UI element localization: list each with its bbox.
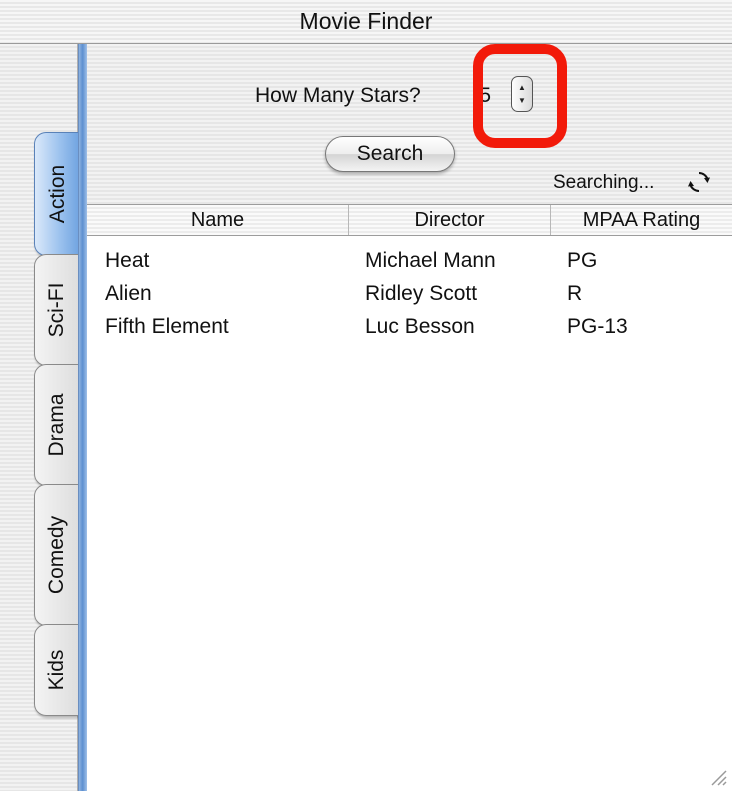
column-header-director[interactable]: Director <box>349 205 551 235</box>
cell-rating: PG <box>567 249 598 272</box>
tab-comedy[interactable]: Comedy <box>34 484 78 626</box>
tab-sci-fi-label: Sci-FI <box>44 282 68 338</box>
table-row[interactable]: Fifth Element Luc Besson PG-13 <box>87 310 732 343</box>
tab-kids-label: Kids <box>44 649 68 691</box>
stars-label: How Many Stars? <box>255 84 421 107</box>
cell-name: Heat <box>105 249 150 272</box>
table-row[interactable]: Alien Ridley Scott R <box>87 277 732 310</box>
cell-name: Alien <box>105 282 152 305</box>
tab-action[interactable]: Action <box>34 132 80 256</box>
status-text: Searching... <box>553 172 655 193</box>
column-header-mpaa-rating[interactable]: MPAA Rating <box>551 205 732 235</box>
cell-director: Luc Besson <box>365 315 475 338</box>
tab-column: Action Sci-FI Drama Comedy Kids <box>0 44 80 791</box>
cell-rating: R <box>567 282 583 305</box>
sync-arrows-icon <box>688 171 710 193</box>
tab-sci-fi[interactable]: Sci-FI <box>34 254 78 366</box>
search-controls: How Many Stars? 5 ▲ ▼ Search Searching..… <box>87 44 732 204</box>
tab-comedy-label: Comedy <box>44 515 68 595</box>
tab-action-label: Action <box>45 164 69 224</box>
movie-finder-window: Movie Finder Action Sci-FI Drama Comedy … <box>0 0 732 791</box>
red-highlight-annotation <box>473 44 567 148</box>
cell-director: Ridley Scott <box>365 282 478 305</box>
cell-name: Fifth Element <box>105 315 229 338</box>
cell-director: Michael Mann <box>365 249 496 272</box>
tab-content-pane: How Many Stars? 5 ▲ ▼ Search Searching..… <box>87 44 732 791</box>
column-header-name[interactable]: Name <box>87 205 349 235</box>
movie-table: Heat Michael Mann PG Alien Ridley Scott … <box>87 236 732 791</box>
cell-rating: PG-13 <box>567 315 628 338</box>
title-bar[interactable]: Movie Finder <box>0 0 732 44</box>
tab-drama[interactable]: Drama <box>34 364 78 486</box>
resize-grip-icon[interactable] <box>706 765 728 787</box>
tab-kids[interactable]: Kids <box>34 624 78 716</box>
tab-drama-label: Drama <box>44 393 68 457</box>
table-header: Name Director MPAA Rating <box>87 204 732 236</box>
search-button[interactable]: Search <box>325 136 455 172</box>
table-row[interactable]: Heat Michael Mann PG <box>87 244 732 277</box>
tab-pane-edge <box>78 44 87 791</box>
window-title: Movie Finder <box>299 8 433 34</box>
